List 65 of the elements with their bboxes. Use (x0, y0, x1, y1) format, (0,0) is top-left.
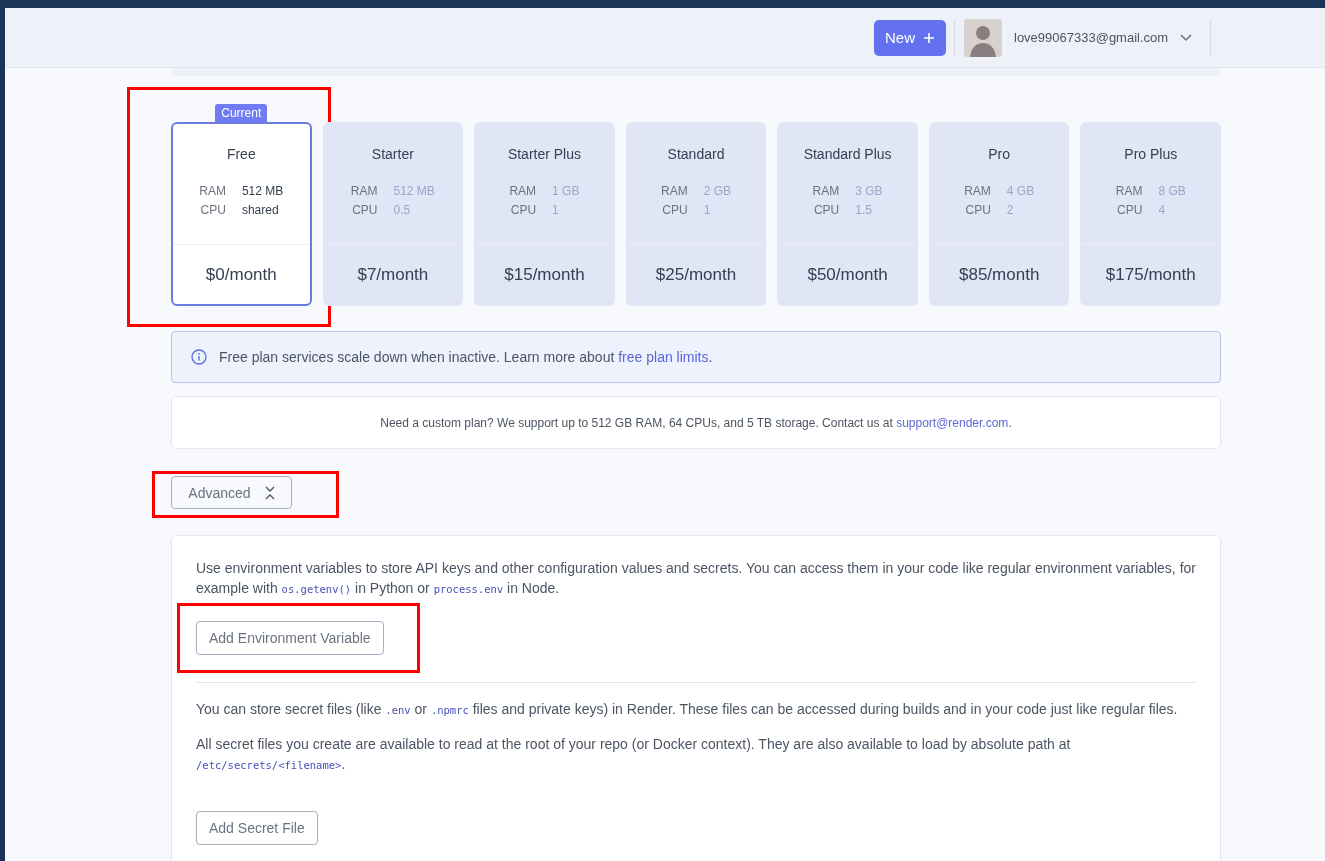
plan-card[interactable]: Standard RAM 2 GB CPU 1 $25/month (625, 122, 767, 306)
plan-card[interactable]: Starter Plus RAM 1 GB CPU 1 $15/month (474, 122, 615, 306)
spec-value: 1 (552, 203, 560, 217)
spec-label: CPU (199, 203, 226, 217)
new-button[interactable]: New (874, 19, 946, 56)
plus-icon (923, 31, 935, 44)
plan-name: Starter (371, 146, 414, 162)
plan-name: Pro Plus (1124, 146, 1178, 162)
spec-label: CPU (1116, 203, 1143, 217)
spec-value: 0.5 (393, 203, 412, 217)
plan-card[interactable]: Pro RAM 4 GB CPU 2 $85/month (928, 122, 1070, 306)
plan-price: $7/month (356, 263, 430, 286)
spec-label: CPU (351, 203, 378, 217)
spec-label: RAM (199, 184, 226, 198)
plan-name: Standard Plus (803, 146, 892, 162)
info-message: Free plan services scale down when inactive. Learn more about free plan limits. (219, 349, 713, 365)
plan-price: $15/month (503, 263, 586, 286)
add-secret-file-button[interactable]: Add Secret File (196, 811, 318, 845)
spec-value: 512 MB (241, 184, 284, 198)
plan-price: $25/month (654, 263, 738, 286)
plan-price: $85/month (958, 263, 1041, 286)
chevron-down-icon[interactable] (1180, 33, 1193, 42)
plan-price: $50/month (806, 263, 889, 286)
advanced-toggle[interactable]: Advanced (171, 476, 292, 509)
spec-label: RAM (812, 184, 840, 198)
spec-value: 1 (703, 203, 712, 217)
spec-label: CPU (964, 203, 991, 217)
spec-value: 2 GB (703, 184, 732, 198)
plan-name: Pro (988, 146, 1011, 162)
env-description: Use environment variables to store API keys and other configuration values and secrets. You can access them in your code like regular environment variables, for example with os.getenv() in Python or process.env in Node. (196, 559, 1196, 598)
info-icon (191, 349, 207, 365)
spec-label: CPU (661, 203, 688, 217)
spec-label: RAM (509, 184, 537, 198)
add-environment-variable-button[interactable]: Add Environment Variable (196, 621, 384, 655)
spec-value: 4 GB (1006, 184, 1035, 198)
spec-value: 4 (1158, 203, 1167, 217)
secret-files-description: You can store secret files (like .env or .npmrc files and private keys) in Render. These files can be accessed during builds and in your code just like regular files. (196, 700, 1179, 719)
plan-name: Starter Plus (507, 146, 581, 162)
spec-value: 1 GB (552, 184, 580, 198)
current-badge: Current (215, 104, 268, 122)
account-email[interactable]: love99067333@gmail.com (1014, 30, 1169, 45)
spec-label: RAM (661, 184, 688, 198)
plan-price: $175/month (1104, 263, 1197, 286)
plan-card[interactable]: Pro Plus RAM 8 GB CPU 4 $175/month (1080, 122, 1222, 306)
custom-plan-message: Need a custom plan? We support up to 512 GB RAM, 64 CPUs, and 5 TB storage. Contact us at support@render.com. (380, 415, 1012, 430)
spec-value: 3 GB (855, 184, 883, 198)
spec-value: 8 GB (1158, 184, 1186, 198)
spec-value: 2 (1006, 203, 1015, 217)
plan-card[interactable]: Free RAM 512 MB CPU shared $0/month (171, 122, 312, 306)
plan-card[interactable]: Standard Plus RAM 3 GB CPU 1.5 $50/month (777, 122, 918, 306)
secret-files-description: All secret files you create are available to read at the root of your repo (or Docker context). They are also available to load by absolute path at /etc/secrets/<filename>. (196, 735, 1072, 774)
spec-value: 512 MB (393, 184, 435, 198)
plan-price: $0/month (204, 263, 278, 286)
spec-label: CPU (812, 203, 840, 217)
plan-name: Standard (667, 146, 725, 162)
spec-label: RAM (350, 184, 378, 198)
spec-label: RAM (964, 184, 991, 198)
plan-name: Free (226, 146, 256, 162)
plan-card[interactable]: Starter RAM 512 MB CPU 0.5 $7/month (322, 122, 464, 306)
spec-label: CPU (509, 203, 537, 217)
spec-value: 1.5 (855, 203, 873, 217)
collapse-icon (264, 485, 275, 500)
spec-label: RAM (1115, 184, 1143, 198)
spec-value: shared (241, 203, 280, 217)
avatar[interactable] (964, 18, 1002, 57)
